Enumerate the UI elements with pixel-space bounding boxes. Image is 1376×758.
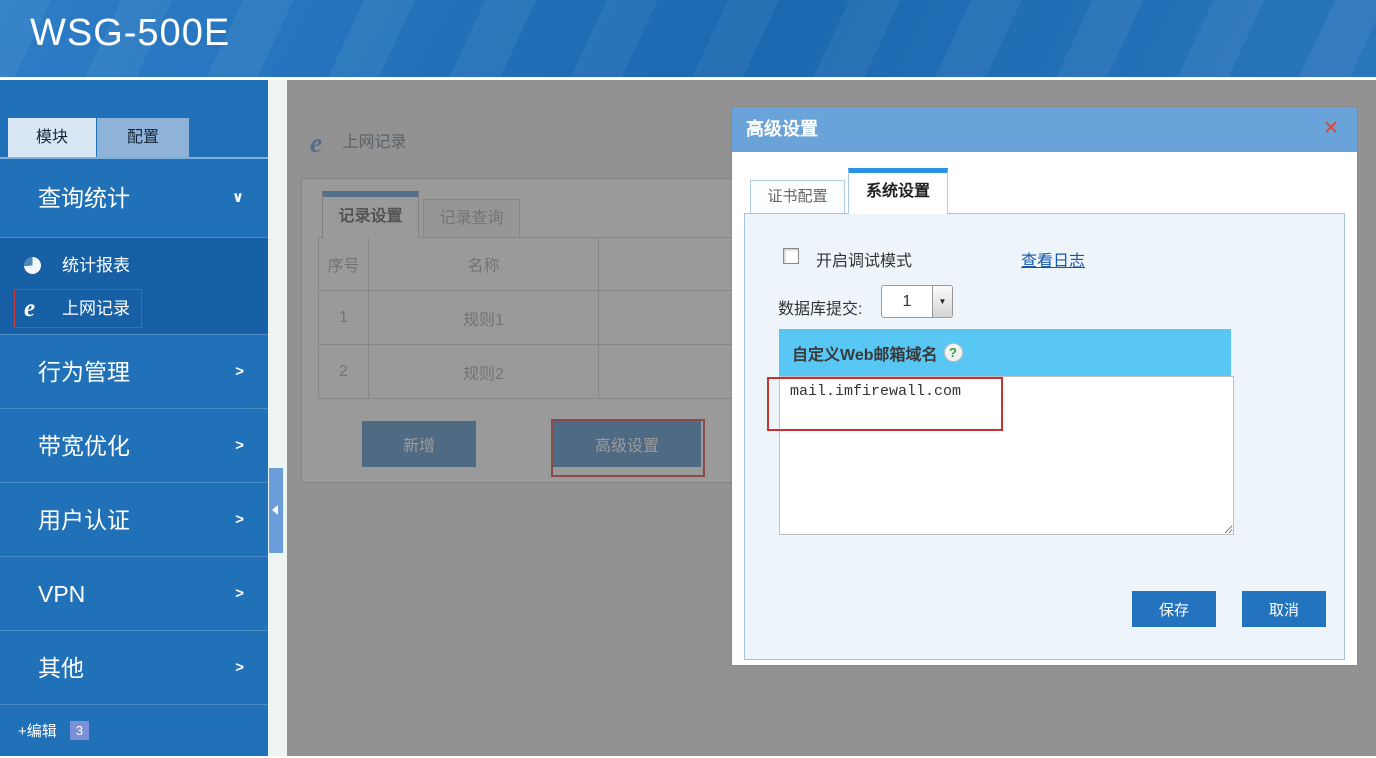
sidebar-item-behavior-mgmt[interactable]: 行为管理 > [0, 334, 268, 408]
sidebar-tab-module[interactable]: 模块 [8, 118, 96, 157]
menu-label: 行为管理 [38, 359, 130, 385]
dialog-title: 高级设置 [732, 107, 1357, 152]
db-submit-value: 1 [882, 286, 932, 317]
tab-system-settings[interactable]: 系统设置 [848, 168, 948, 214]
chevron-down-icon: ∨ [232, 159, 244, 237]
submenu-label: 统计报表 [62, 256, 130, 275]
sidebar: 模块 配置 查询统计 ∨ 统计报表 e 上网记录 行为管理 [0, 80, 268, 756]
mailbox-section-header: 自定义Web邮箱域名 ? [779, 329, 1231, 376]
submenu-label: 上网记录 [62, 299, 130, 318]
sidebar-tab-config[interactable]: 配置 [97, 118, 189, 157]
chevron-right-icon: > [235, 631, 244, 705]
sidebar-gap [268, 80, 287, 756]
system-settings-panel: 开启调试模式 查看日志 数据库提交: 1 ▼ 自定义Web邮箱域名 ? mail… [744, 213, 1345, 660]
menu-label: 带宽优化 [38, 433, 130, 459]
app-title: WSG-500E [0, 0, 1376, 55]
sidebar-footer: +编辑 3 [0, 704, 268, 758]
db-submit-label: 数据库提交: [778, 295, 862, 319]
chevron-right-icon: > [235, 483, 244, 557]
ie-icon: e [24, 287, 35, 330]
debug-mode-checkbox[interactable] [783, 248, 799, 264]
help-icon[interactable]: ? [944, 343, 963, 362]
menu-label: 查询统计 [38, 185, 130, 211]
pie-chart-icon [24, 257, 41, 274]
arrow-left-icon [272, 505, 278, 515]
edit-link[interactable]: +编辑 [18, 723, 57, 740]
sidebar-menu: 查询统计 ∨ 统计报表 e 上网记录 行为管理 > 带宽优化 [0, 157, 268, 758]
save-button[interactable]: 保存 [1132, 591, 1216, 627]
sidebar-tabs: 模块 配置 [8, 118, 189, 157]
close-icon[interactable]: ✕ [1323, 117, 1339, 141]
chevron-down-icon: ▼ [932, 286, 952, 317]
cancel-button[interactable]: 取消 [1242, 591, 1326, 627]
debug-mode-label: 开启调试模式 [816, 247, 912, 271]
db-submit-select[interactable]: 1 ▼ [881, 285, 953, 318]
sidebar-item-other[interactable]: 其他 > [0, 630, 268, 704]
chevron-right-icon: > [235, 409, 244, 483]
view-log-link[interactable]: 查看日志 [1021, 247, 1085, 271]
sidebar-collapse-handle[interactable] [269, 468, 283, 553]
edit-count-badge: 3 [70, 721, 89, 740]
sidebar-item-vpn[interactable]: VPN > [0, 556, 268, 630]
chevron-right-icon: > [235, 335, 244, 409]
sidebar-item-bandwidth[interactable]: 带宽优化 > [0, 408, 268, 482]
advanced-settings-dialog: 高级设置 ✕ 证书配置 系统设置 开启调试模式 查看日志 数据库提交: 1 ▼ … [732, 107, 1357, 665]
app-header: WSG-500E [0, 0, 1376, 80]
sidebar-submenu: 统计报表 e 上网记录 [0, 237, 268, 334]
menu-label: VPN [38, 581, 85, 607]
mailbox-section-title: 自定义Web邮箱域名 [792, 341, 938, 365]
mail-domains-textarea[interactable]: mail.imfirewall.com [779, 376, 1234, 535]
screen: WSG-500E 模块 配置 查询统计 ∨ 统计报表 e 上网记录 [0, 0, 1376, 756]
dialog-header: 高级设置 ✕ [732, 107, 1357, 152]
menu-label: 其他 [38, 655, 84, 681]
chevron-right-icon: > [235, 557, 244, 631]
menu-label: 用户认证 [38, 507, 130, 533]
tab-certificate-config[interactable]: 证书配置 [750, 180, 845, 214]
sidebar-item-web-records[interactable]: e 上网记录 [0, 287, 268, 330]
sidebar-item-query-stats[interactable]: 查询统计 ∨ [0, 159, 268, 237]
sidebar-item-stats-report[interactable]: 统计报表 [0, 244, 268, 287]
sidebar-item-user-auth[interactable]: 用户认证 > [0, 482, 268, 556]
